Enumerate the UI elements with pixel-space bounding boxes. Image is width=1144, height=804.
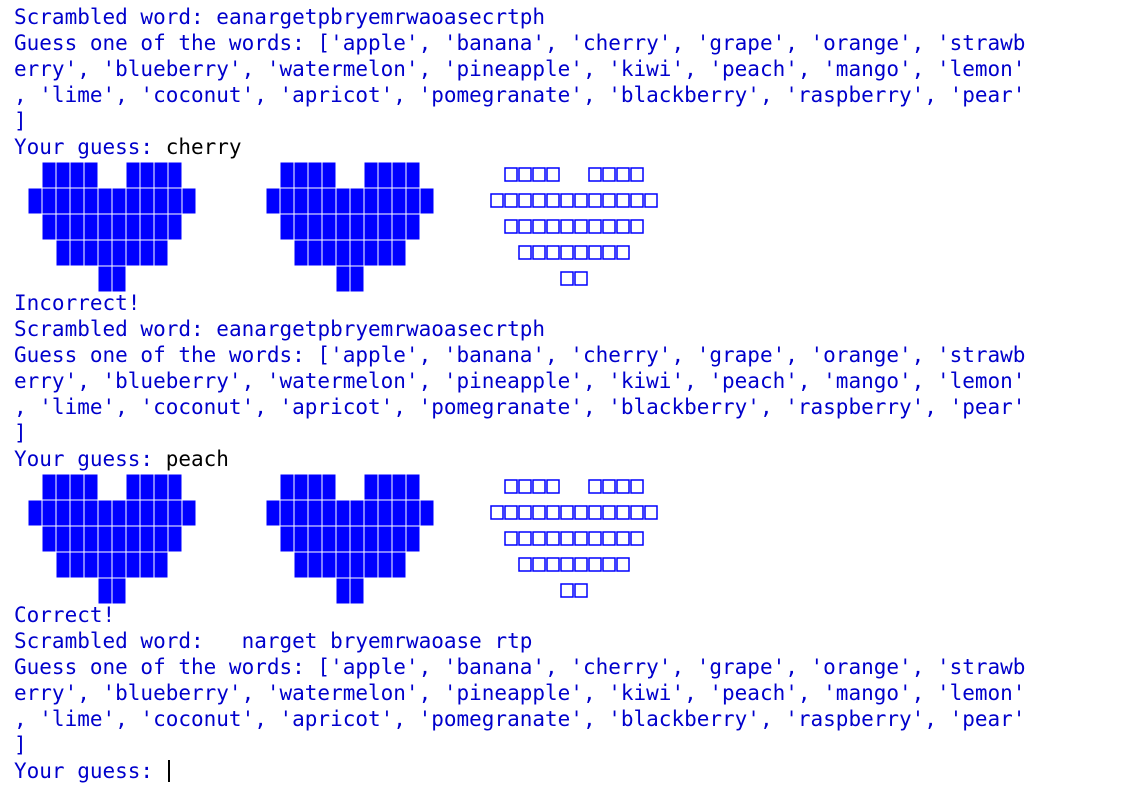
heart-full-icon (265, 474, 435, 604)
heart-empty-icon (490, 479, 658, 598)
guess-prompt-line[interactable]: Your guess: (14, 758, 170, 784)
scrambled-word-value: eanargetpbryemrwaoasecrtph (216, 317, 546, 341)
user-guess: cherry (165, 135, 242, 159)
scrambled-word-value: eanargetpbryemrwaoasecrtph (216, 5, 546, 29)
heart-empty-icon (490, 167, 658, 286)
word-list-line: erry', 'blueberry', 'watermelon', 'pinea… (14, 369, 1026, 393)
hearts-graphic (27, 474, 658, 604)
word-list-line: erry', 'blueberry', 'watermelon', 'pinea… (14, 681, 1026, 705)
scrambled-word-line: Scrambled word: narget bryemrwaoase rtp (14, 629, 533, 653)
user-guess: peach (165, 447, 229, 471)
word-list-line: ] (14, 733, 27, 757)
guess-prompt-line: Your guess: peach (14, 446, 229, 472)
hearts-graphic (27, 162, 658, 292)
heart-full-icon (265, 162, 435, 292)
lives-hearts-row (0, 474, 1144, 604)
result-message: Correct! (14, 603, 116, 627)
heart-full-icon (27, 162, 197, 292)
word-list-line: Guess one of the words: ['apple', 'banan… (14, 655, 1026, 679)
lives-hearts-row (0, 162, 1144, 292)
guess-prompt: Your guess: (14, 759, 166, 783)
guess-prompt: Your guess: (14, 447, 166, 471)
word-list-line: Guess one of the words: ['apple', 'banan… (14, 31, 1026, 55)
terminal-window: Scrambled word: eanargetpbryemrwaoasecrt… (0, 0, 1144, 804)
word-list-line: , 'lime', 'coconut', 'apricot', 'pomegra… (14, 83, 1026, 107)
scrambled-word-value: narget bryemrwaoase rtp (216, 629, 533, 653)
word-list-line: , 'lime', 'coconut', 'apricot', 'pomegra… (14, 395, 1026, 419)
guess-prompt: Your guess: (14, 135, 166, 159)
result-message: Incorrect! (14, 291, 141, 315)
text-cursor (167, 760, 170, 782)
word-list-line: ] (14, 421, 27, 445)
guess-prompt-line: Your guess: cherry (14, 134, 242, 160)
word-list-line: , 'lime', 'coconut', 'apricot', 'pomegra… (14, 707, 1026, 731)
scrambled-word-line: Scrambled word: eanargetpbryemrwaoasecrt… (14, 317, 546, 341)
word-list-line: erry', 'blueberry', 'watermelon', 'pinea… (14, 57, 1026, 81)
heart-full-icon (27, 474, 197, 604)
word-list-line: ] (14, 109, 27, 133)
scrambled-word-line: Scrambled word: eanargetpbryemrwaoasecrt… (14, 5, 546, 29)
word-list-line: Guess one of the words: ['apple', 'banan… (14, 343, 1026, 367)
